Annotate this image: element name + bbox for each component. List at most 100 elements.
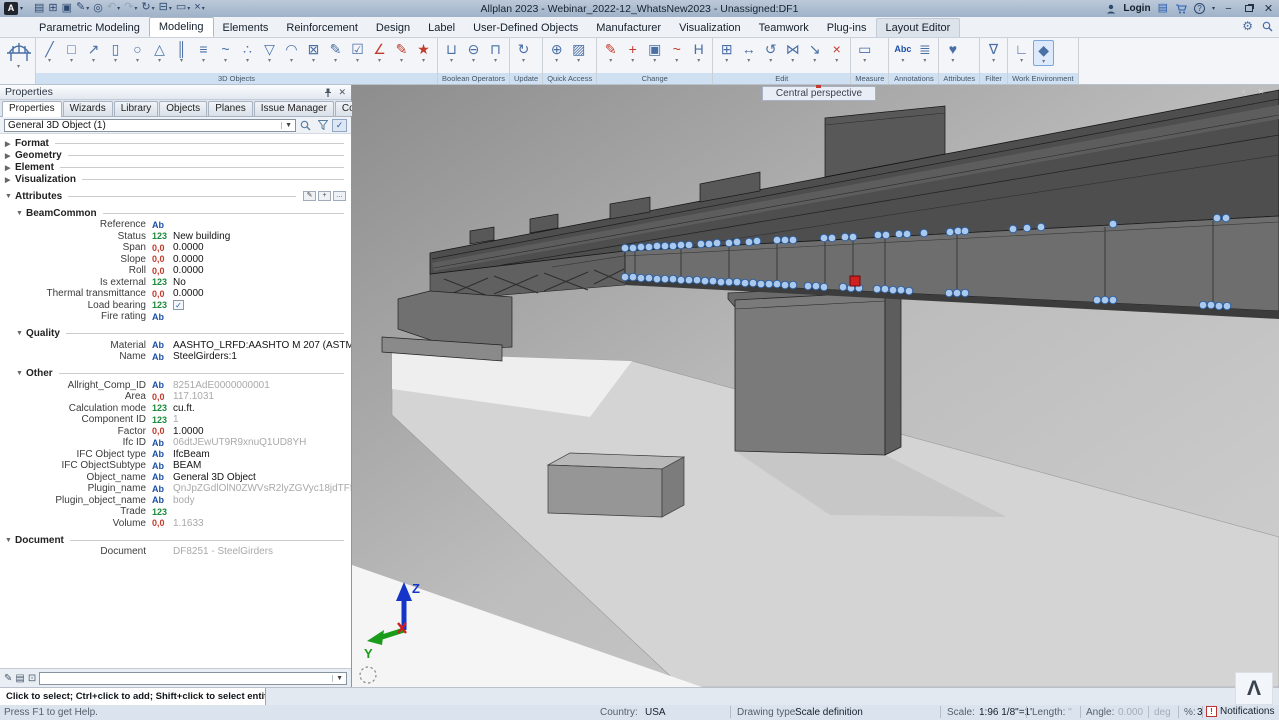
menu-tab-design[interactable]: Design — [367, 19, 419, 37]
selection-handle[interactable] — [677, 241, 685, 249]
selection-handle[interactable] — [953, 289, 961, 297]
help-icon[interactable]: ? — [1194, 3, 1205, 14]
selection-handle[interactable] — [733, 278, 741, 286]
menu-tab-modeling[interactable]: Modeling — [149, 17, 214, 37]
selection-handle[interactable] — [653, 242, 661, 250]
point-object-icon[interactable]: ∴▾ — [237, 40, 258, 64]
property-row-ifc-id[interactable]: Ifc IDAb06dtJEwUT9R9xnuQ1UD8YH — [0, 437, 351, 449]
measure-icon[interactable]: ▭▾ — [854, 40, 875, 64]
navigation-mode-icon[interactable]: ◆▾ — [1033, 40, 1054, 66]
restore-button[interactable] — [1242, 3, 1255, 15]
selection-handle[interactable] — [701, 277, 709, 285]
selection-handle[interactable] — [621, 273, 629, 281]
chevron-down-icon[interactable]: ▼ — [16, 210, 26, 217]
filter-icon[interactable]: ∇▾ — [983, 40, 1004, 64]
selection-handle[interactable] — [839, 283, 847, 291]
chevron-down-icon[interactable]: ▾ — [86, 6, 89, 12]
chevron-down-icon[interactable]: ▾ — [224, 58, 227, 64]
cone-icon[interactable]: △▾ — [149, 40, 170, 64]
selection-handle[interactable] — [705, 240, 713, 248]
angle-value[interactable]: 0.000 — [1118, 707, 1143, 718]
tree-section-quality[interactable]: ▼Quality — [0, 328, 351, 340]
selection-handle[interactable] — [653, 275, 661, 283]
copy-icon[interactable]: ⊞▾ — [716, 40, 737, 64]
export-icon[interactable]: ⊟▾ — [159, 0, 172, 17]
document-edit-icon[interactable]: ✎▾ — [76, 0, 89, 17]
load-favorite-icon[interactable]: ▤ — [15, 673, 24, 684]
chevron-down-icon[interactable]: ▾ — [92, 58, 95, 64]
chevron-right-icon[interactable]: ▶ — [5, 152, 15, 160]
selection-handle[interactable] — [1199, 301, 1207, 309]
property-row-status[interactable]: Status123New building — [0, 231, 351, 243]
undo-icon[interactable]: ↶▾ — [107, 0, 120, 17]
chevron-down-icon[interactable]: ▾ — [70, 58, 73, 64]
chevron-down-icon[interactable]: ▾ — [769, 58, 772, 64]
save-icon[interactable]: ▣ — [62, 1, 72, 16]
gear-icon[interactable]: ⚙ — [1242, 20, 1253, 32]
login-button[interactable]: Login — [1123, 3, 1150, 14]
primitive-box-star-icon[interactable]: ⊠▾ — [303, 40, 324, 64]
property-row-allright-comp-id[interactable]: Allright_Comp_IDAb8251AdE0000000001 — [0, 380, 351, 392]
selection-handle[interactable] — [669, 275, 677, 283]
chevron-down-icon[interactable]: ▾ — [992, 58, 995, 64]
chevron-down-icon[interactable]: ▾ — [180, 58, 183, 64]
chevron-down-icon[interactable]: ▾ — [609, 58, 612, 64]
selection-handle[interactable] — [733, 238, 741, 246]
object-selector[interactable]: General 3D Object (1) ▼ — [4, 119, 296, 132]
chevron-down-icon[interactable]: ▾ — [152, 6, 155, 12]
menu-tab-plug-ins[interactable]: Plug-ins — [818, 19, 876, 37]
assign-attributes-icon[interactable]: ♥▾ — [942, 40, 963, 64]
spline-surface-icon[interactable]: ~▾ — [215, 40, 236, 64]
selection-handle[interactable] — [881, 285, 889, 293]
selection-handle[interactable] — [1109, 220, 1117, 228]
chevron-down-icon[interactable]: ▼ — [5, 537, 15, 544]
union-icon[interactable]: ⊔▾ — [441, 40, 462, 64]
menu-tab-label[interactable]: Label — [419, 19, 464, 37]
menu-tab-user-defined-objects[interactable]: User-Defined Objects — [464, 19, 587, 37]
panel-tab-objects[interactable]: Objects — [159, 101, 207, 116]
rotate-icon[interactable]: ↺▾ — [760, 40, 781, 64]
chevron-down-icon[interactable]: ▾ — [422, 58, 425, 64]
close-panel-icon[interactable]: ✕ — [338, 87, 346, 98]
tree-section-attributes[interactable]: ▼Attributes✎+… — [0, 190, 351, 202]
modify-3d-icon[interactable]: ✎▾ — [391, 40, 412, 64]
chevron-down-icon[interactable]: ▾ — [747, 58, 750, 64]
selection-handle[interactable] — [946, 228, 954, 236]
box-3d-icon[interactable]: □▾ — [61, 40, 82, 64]
chevron-down-icon[interactable]: ▾ — [17, 63, 20, 70]
chevron-down-icon[interactable]: ▾ — [450, 58, 453, 64]
chevron-down-icon[interactable]: ▾ — [114, 58, 117, 64]
property-row-ifc-objectsubtype[interactable]: IFC ObjectSubtypeAbBEAM — [0, 460, 351, 472]
chevron-down-icon[interactable]: ▾ — [246, 58, 249, 64]
favorite-combobox[interactable]: ▼ — [39, 672, 347, 685]
label-abc-icon[interactable]: Abc▾ — [892, 40, 913, 64]
selection-handle[interactable] — [812, 282, 820, 290]
selection-handle[interactable] — [745, 238, 753, 246]
property-row-slope[interactable]: Slope0,00.0000 — [0, 254, 351, 266]
refresh-icon[interactable]: ↻▾ — [141, 0, 154, 17]
slab-stack-icon[interactable]: ≡▾ — [193, 40, 214, 64]
rail-sweep-icon[interactable]: ║▾ — [171, 40, 192, 64]
add-attribute-button[interactable]: + — [318, 191, 331, 201]
chevron-down-icon[interactable]: ▾ — [312, 58, 315, 64]
chevron-down-icon[interactable]: ▾ — [1020, 58, 1023, 64]
ramp-icon[interactable]: ∠▾ — [369, 40, 390, 64]
selection-handle[interactable] — [697, 240, 705, 248]
chevron-down-icon[interactable]: ▼ — [281, 122, 292, 129]
selection-handle[interactable] — [1009, 225, 1017, 233]
chevron-down-icon[interactable]: ▾ — [675, 58, 678, 64]
selection-handle[interactable] — [961, 289, 969, 297]
property-row-document[interactable]: DocumentDF8251 - SteelGirders — [0, 546, 351, 558]
selection-handle[interactable] — [903, 230, 911, 238]
selection-handle[interactable] — [804, 282, 812, 290]
apply-check-button[interactable]: ✓ — [332, 119, 347, 132]
selection-handle[interactable] — [685, 241, 693, 249]
search-icon[interactable] — [1262, 21, 1273, 32]
adjust-curve-icon[interactable]: ~▾ — [666, 40, 687, 64]
selection-handle[interactable] — [753, 237, 761, 245]
plan-view-icon[interactable]: ∟▾ — [1011, 40, 1032, 64]
property-row-calculation-mode[interactable]: Calculation mode123cu.ft. — [0, 403, 351, 415]
redo-icon[interactable]: ↷▾ — [124, 0, 137, 17]
property-row-is-external[interactable]: Is external123No — [0, 277, 351, 289]
find-document-icon[interactable]: ◎ — [93, 1, 103, 16]
